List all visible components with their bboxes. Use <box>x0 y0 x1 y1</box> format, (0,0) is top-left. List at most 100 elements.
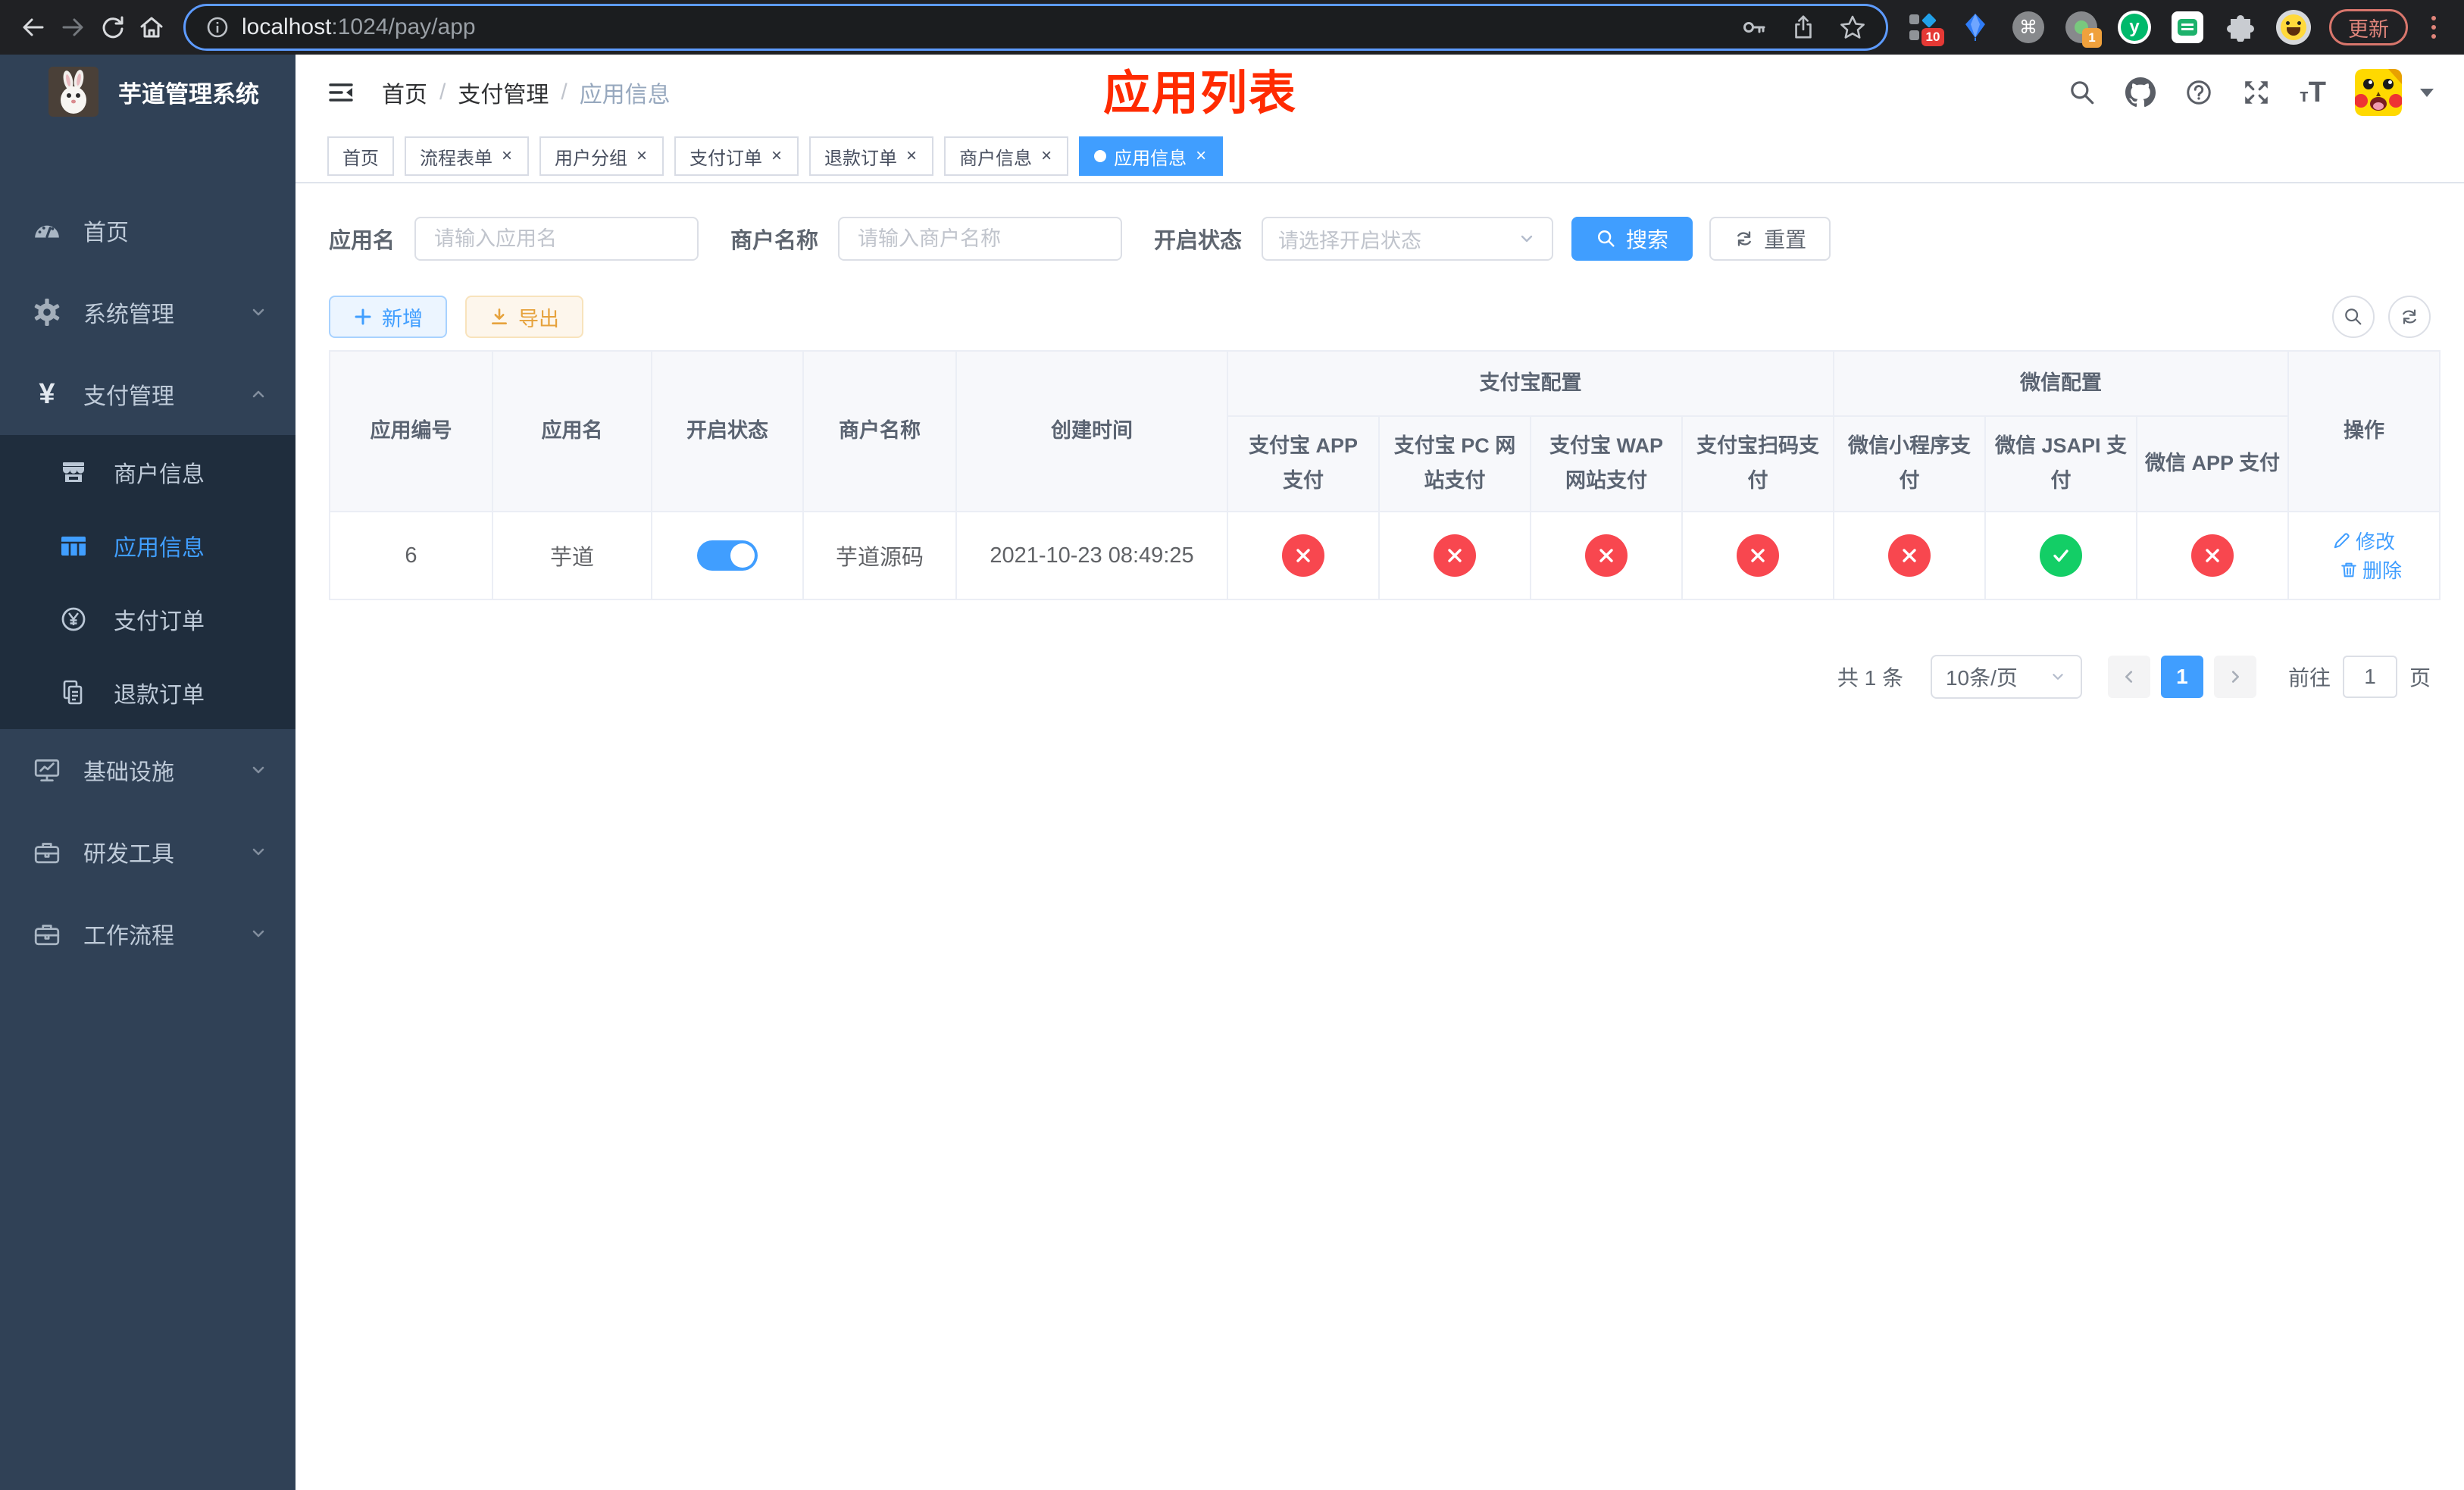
delete-row-link[interactable]: 删除 <box>2340 556 2402 584</box>
app-name-input[interactable] <box>414 217 699 261</box>
table-row: 6 芋道 芋道源码 2021-10-23 08:49:25 修改 删除 <box>329 511 2441 600</box>
browser-menu-icon[interactable] <box>2420 16 2447 39</box>
sidebar-item-label: 首页 <box>83 221 129 246</box>
tab-home[interactable]: 首页 <box>327 136 394 176</box>
tab-process-form[interactable]: 流程表单 × <box>405 136 530 176</box>
page-size-select[interactable]: 10条/页 <box>1930 655 2082 699</box>
search-icon[interactable] <box>2068 78 2097 107</box>
sidebar-item-system[interactable]: 系统管理 <box>0 271 295 353</box>
goto-label: 前往 <box>2287 666 2331 690</box>
sidebar-fold-icon[interactable] <box>326 77 356 108</box>
col-header-created: 创建时间 <box>955 350 1228 512</box>
monitor-icon <box>30 756 64 784</box>
col-header-app-id: 应用编号 <box>329 350 493 512</box>
export-button[interactable]: 导出 <box>465 296 583 338</box>
extension-command-icon[interactable]: ⌘ <box>2011 10 2046 45</box>
browser-reload-button[interactable] <box>92 8 132 47</box>
sidebar-item-workflow[interactable]: 工作流程 <box>0 893 295 975</box>
extensions-puzzle-icon[interactable] <box>2223 10 2258 45</box>
browser-back-button[interactable] <box>14 8 53 47</box>
tab-app-info[interactable]: 应用信息 × <box>1079 136 1224 176</box>
tab-close-icon[interactable]: × <box>500 146 514 167</box>
password-key-icon[interactable] <box>1740 14 1768 41</box>
col-group-wechat: 微信配置 <box>1832 350 2290 417</box>
sidebar-item-payment[interactable]: ¥ 支付管理 <box>0 353 295 435</box>
sidebar-menu: 首页 系统管理 ¥ 支付管理 商户信息 应用信息 支付订单 退款订单 基础设施 … <box>0 189 295 975</box>
row-enabled-switch[interactable] <box>697 540 758 571</box>
tab-merchant-info[interactable]: 商户信息 × <box>944 136 1069 176</box>
browser-forward-button[interactable] <box>53 8 92 47</box>
search-icon <box>2345 308 2362 325</box>
help-icon[interactable] <box>2184 78 2213 107</box>
breadcrumb-payment[interactable]: 支付管理 <box>458 76 549 109</box>
sidebar-item-home[interactable]: 首页 <box>0 189 295 271</box>
extension-chat-icon[interactable] <box>2170 10 2205 45</box>
edit-row-link[interactable]: 修改 <box>2333 527 2395 555</box>
tab-refund-orders[interactable]: 退款订单 × <box>809 136 934 176</box>
check-icon <box>2053 549 2068 562</box>
col-header-merchant: 商户名称 <box>802 350 957 512</box>
tab-close-icon[interactable]: × <box>1194 146 1208 167</box>
document-copy-icon <box>56 678 91 708</box>
col-header-ops: 操作 <box>2287 350 2441 512</box>
tab-user-group[interactable]: 用户分组 × <box>539 136 664 176</box>
status-select[interactable]: 请选择开启状态 <box>1262 217 1554 261</box>
page-number-button[interactable]: 1 <box>2160 656 2203 698</box>
sidebar-item-refund-orders[interactable]: 退款订单 <box>0 656 295 729</box>
sidebar-item-label: 支付订单 <box>114 609 205 634</box>
sidebar-item-merchant-info[interactable]: 商户信息 <box>0 435 295 509</box>
app-logo-row[interactable]: 芋道管理系统 <box>0 55 295 117</box>
tab-close-icon[interactable]: × <box>1040 146 1053 167</box>
dashboard-icon <box>30 216 64 245</box>
tab-close-icon[interactable]: × <box>770 146 783 167</box>
breadcrumb-home[interactable]: 首页 <box>382 76 427 109</box>
bookmark-star-icon[interactable] <box>1839 14 1866 41</box>
extension-kite-icon[interactable] <box>1958 10 1993 45</box>
cross-icon <box>2206 549 2219 562</box>
tab-close-icon[interactable]: × <box>905 146 918 167</box>
cross-icon <box>1599 549 1613 562</box>
reset-button[interactable]: 重置 <box>1709 217 1831 261</box>
extension-grid-icon[interactable]: 10 <box>1905 10 1944 46</box>
github-icon[interactable] <box>2125 77 2156 108</box>
address-bar[interactable]: localhost:1024/pay/app <box>183 4 1888 51</box>
browser-profile-avatar[interactable] <box>2276 10 2311 45</box>
status-badge <box>1585 534 1628 577</box>
refresh-icon <box>2403 309 2416 324</box>
search-icon <box>1598 230 1615 247</box>
extension-yuque-icon[interactable]: y <box>2117 10 2152 45</box>
show-search-toggle-button[interactable] <box>2332 296 2375 338</box>
prev-page-button[interactable] <box>2107 656 2150 698</box>
col-header-alipay-qr: 支付宝扫码支付 <box>1681 415 1834 512</box>
merchant-name-input[interactable] <box>838 217 1123 261</box>
next-page-button[interactable] <box>2213 656 2256 698</box>
sidebar-item-label: 系统管理 <box>83 302 174 327</box>
back-icon <box>23 18 44 36</box>
trash-icon <box>2341 562 2356 577</box>
avatar-caret-icon[interactable] <box>2420 88 2434 97</box>
tab-close-icon[interactable]: × <box>635 146 649 167</box>
add-button[interactable]: 新增 <box>329 296 447 338</box>
payment-submenu: 商户信息 应用信息 支付订单 退款订单 <box>0 435 295 729</box>
extension-profile-icon[interactable]: 1 <box>2064 10 2102 48</box>
tab-pay-orders[interactable]: 支付订单 × <box>674 136 799 176</box>
app-title: 芋道管理系统 <box>118 80 259 108</box>
fullscreen-icon[interactable] <box>2242 78 2271 107</box>
gear-icon <box>30 298 64 327</box>
refresh-table-button[interactable] <box>2388 296 2431 338</box>
search-button[interactable]: 搜索 <box>1571 217 1693 261</box>
text-size-icon[interactable]: тT <box>2300 78 2326 107</box>
status-badge <box>2191 534 2234 577</box>
site-info-icon[interactable] <box>205 15 230 39</box>
sidebar-item-dev-tools[interactable]: 研发工具 <box>0 811 295 893</box>
share-icon[interactable] <box>1790 14 1816 40</box>
sidebar-item-app-info[interactable]: 应用信息 <box>0 509 295 582</box>
browser-update-button[interactable]: 更新 <box>2329 9 2408 45</box>
goto-page-input[interactable] <box>2342 656 2397 698</box>
home-icon <box>140 17 163 38</box>
sidebar-item-infrastructure[interactable]: 基础设施 <box>0 729 295 811</box>
status-badge <box>1737 534 1779 577</box>
user-avatar[interactable] <box>2355 69 2402 116</box>
browser-home-button[interactable] <box>132 8 171 47</box>
sidebar-item-pay-orders[interactable]: 支付订单 <box>0 582 295 656</box>
